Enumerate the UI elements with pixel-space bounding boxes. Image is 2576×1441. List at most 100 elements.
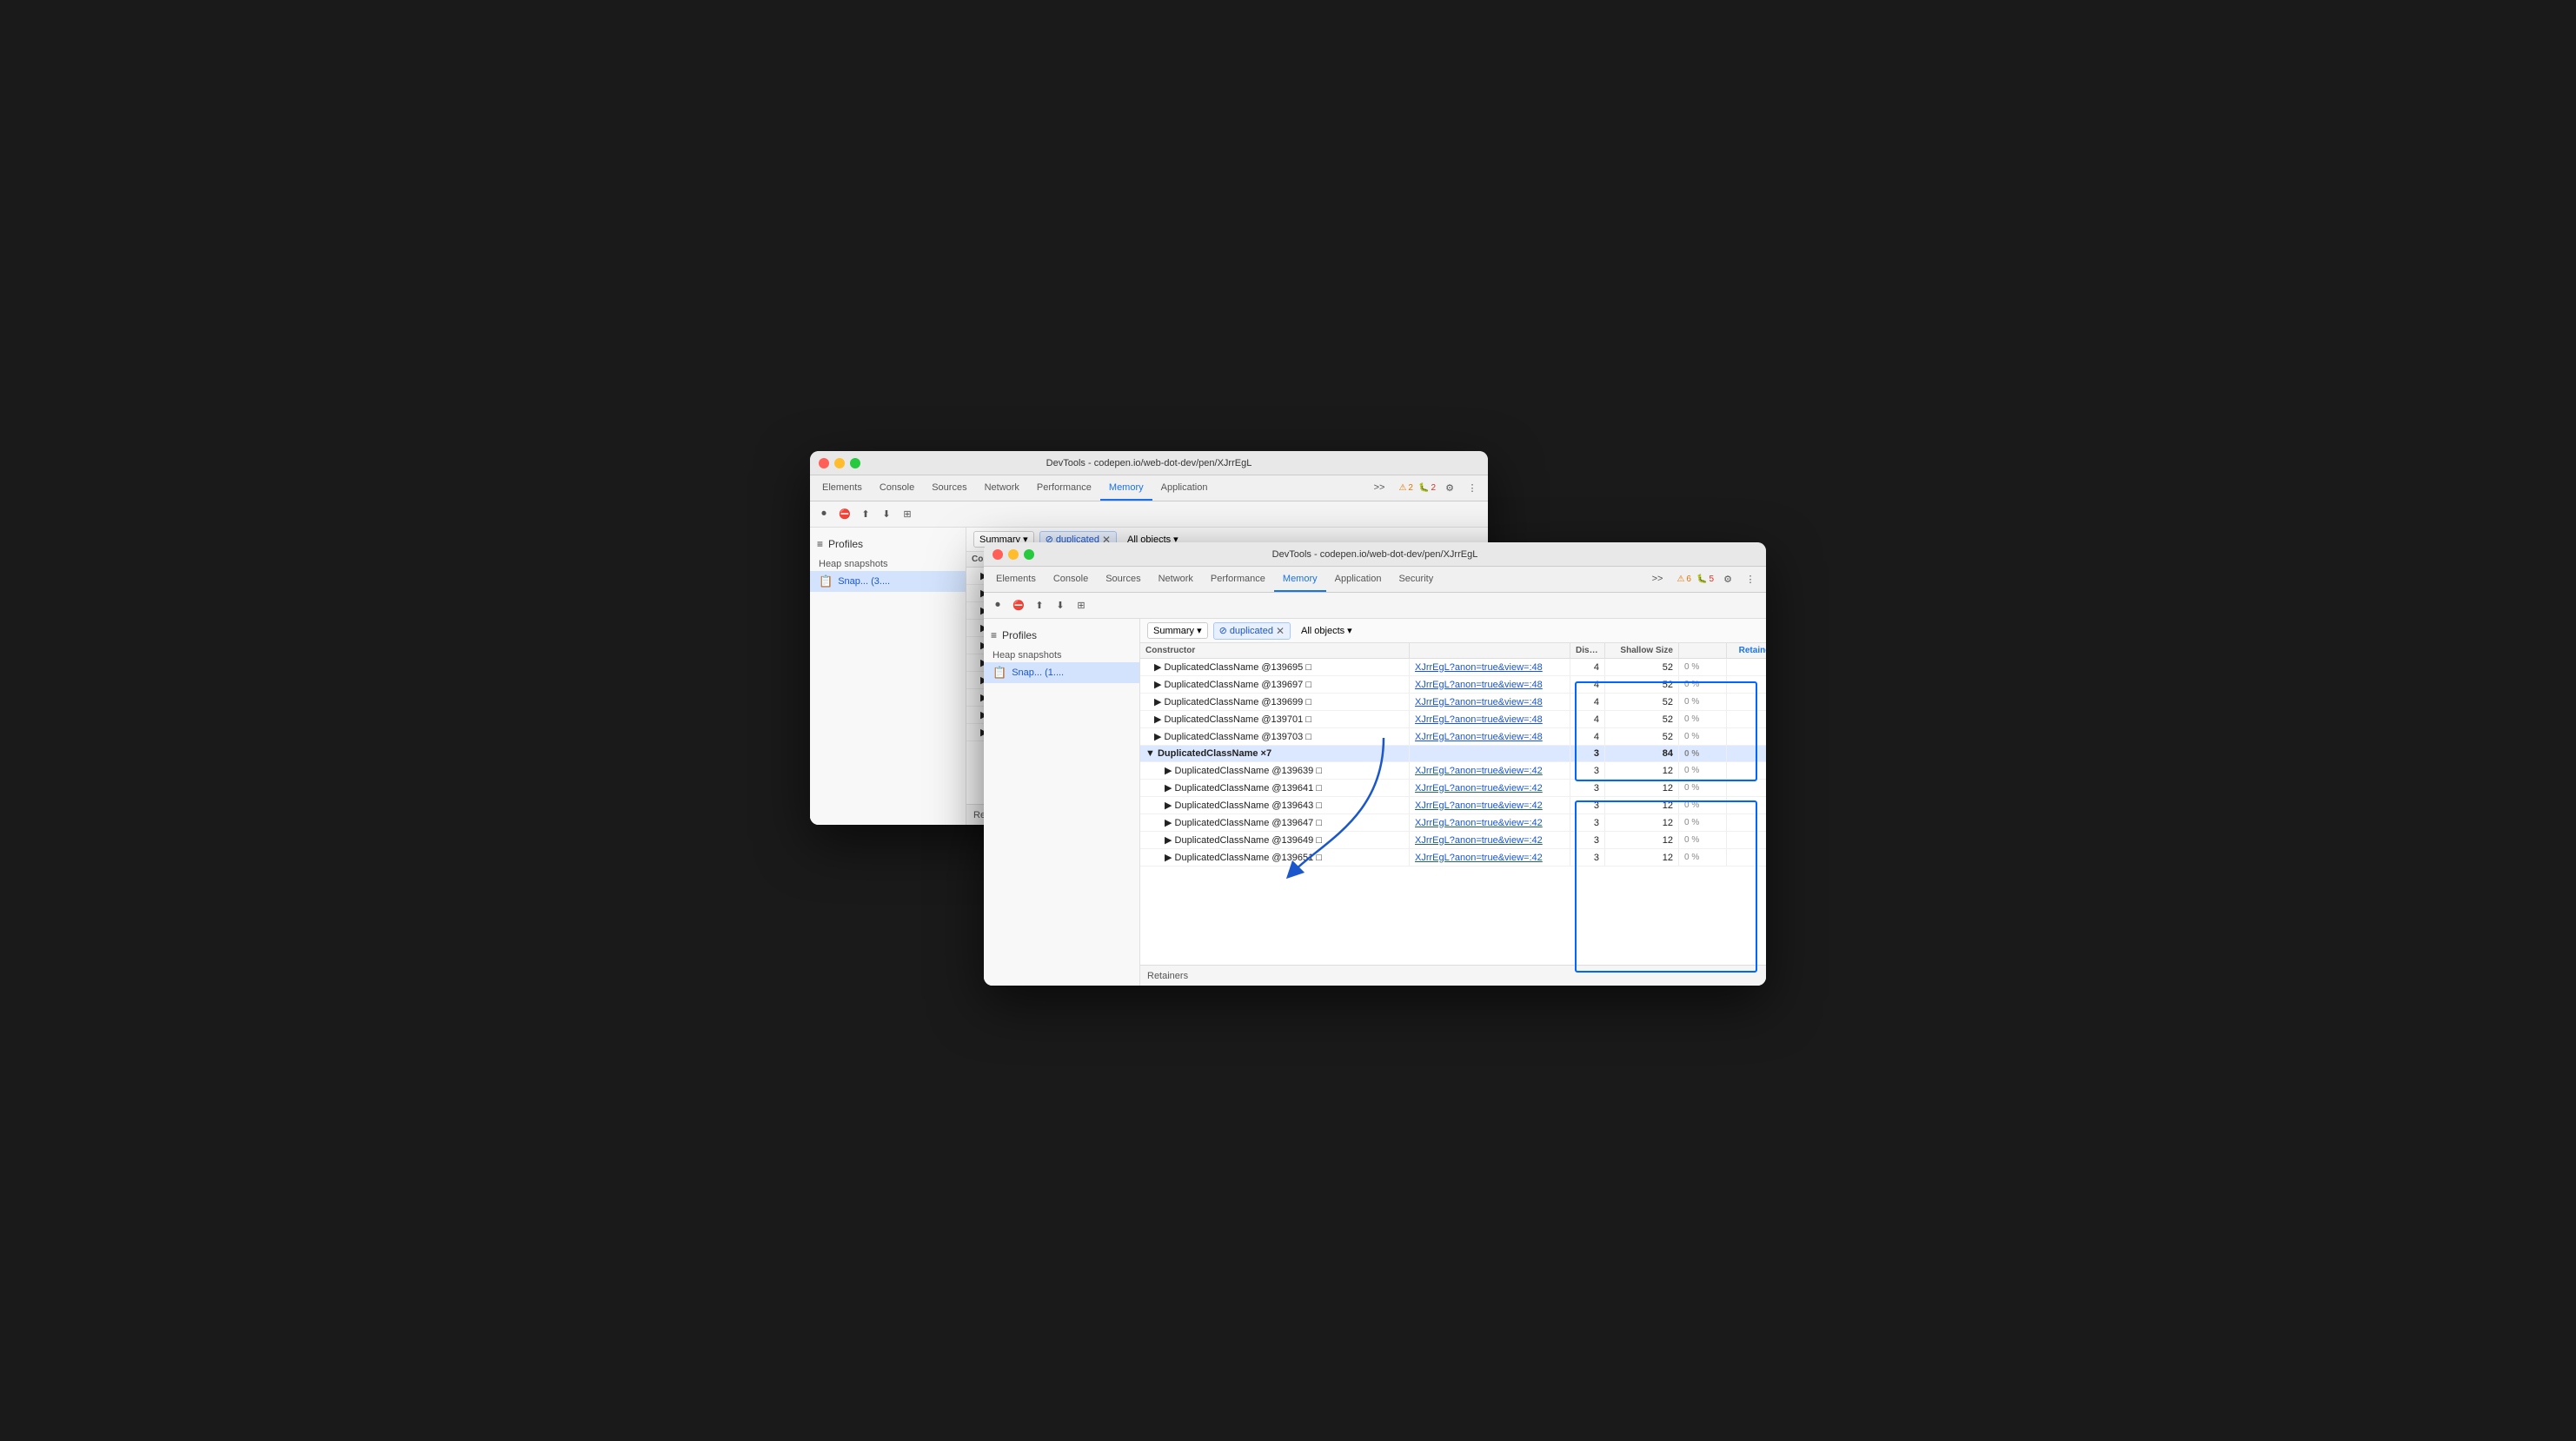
td-constructor: ▶ DuplicatedClassName @139695 □ <box>1140 659 1410 675</box>
table-row[interactable]: ▶ DuplicatedClassName @139643 □ XJrrEgL?… <box>1140 797 1766 814</box>
tab-elements-front[interactable]: Elements <box>987 567 1045 592</box>
title-bar-back: DevTools - codepen.io/web-dot-dev/pen/XJ… <box>810 451 1488 475</box>
td-link[interactable]: XJrrEgL?anon=true&view=:48 <box>1410 694 1570 710</box>
profiles-header-back: ≡ Profiles <box>810 535 966 554</box>
tab-network-front[interactable]: Network <box>1150 567 1202 592</box>
tab-application-front[interactable]: Application <box>1326 567 1391 592</box>
filter-dropdown-front[interactable]: Summary ▾ <box>1147 622 1208 639</box>
td-constructor: ▶ DuplicatedClassName @139699 □ <box>1140 694 1410 710</box>
filter-bar-front: Summary ▾ ⊘ duplicated ✕ All objects ▾ <box>1140 619 1766 643</box>
td-constructor-group: ▼ DuplicatedClassName ×7 <box>1140 746 1410 761</box>
settings-icon-back[interactable]: ⚙ <box>1441 480 1458 497</box>
bug-badge-front: 🐛 5 <box>1696 574 1714 584</box>
table-row[interactable]: ▶ DuplicatedClassName @139647 □ XJrrEgL?… <box>1140 814 1766 832</box>
td-link[interactable]: XJrrEgL?anon=true&view=:42 <box>1410 797 1570 813</box>
tab-more-front[interactable]: >> <box>1643 574 1672 586</box>
sidebar-front: ≡ Profiles Heap snapshots 📋 Snap... (1..… <box>984 619 1140 986</box>
table-row[interactable]: ▶ DuplicatedClassName @139651 □ XJrrEgL?… <box>1140 849 1766 867</box>
table-header-front: Constructor Dist... Shallow Size Retaine… <box>1140 643 1766 659</box>
filter-select-front[interactable]: All objects ▾ <box>1296 623 1358 638</box>
tab-console-front[interactable]: Console <box>1045 567 1097 592</box>
minimize-button-front[interactable] <box>1008 549 1019 560</box>
table-row[interactable]: ▶ DuplicatedClassName @139697 □ XJrrEgL?… <box>1140 676 1766 694</box>
more-icon-front[interactable]: ⋮ <box>1742 571 1759 588</box>
td-constructor: ▶ DuplicatedClassName @139651 □ <box>1140 849 1410 866</box>
warn-badge-front: ⚠ 6 <box>1676 574 1691 584</box>
snapshot-item-back[interactable]: 📋 Snap... (3.... <box>810 571 966 592</box>
settings-icon-front[interactable]: ⚙ <box>1719 571 1736 588</box>
snapshot-item-front[interactable]: 📋 Snap... (1.... <box>984 662 1139 683</box>
profiles-header-front: ≡ Profiles <box>984 626 1139 645</box>
tab-performance-front[interactable]: Performance <box>1202 567 1274 592</box>
window-title-front: DevTools - codepen.io/web-dot-dev/pen/XJ… <box>1272 549 1478 560</box>
sidebar-back: ≡ Profiles Heap snapshots 📋 Snap... (3..… <box>810 528 966 825</box>
tab-console-back[interactable]: Console <box>871 475 923 501</box>
window-title-back: DevTools - codepen.io/web-dot-dev/pen/XJ… <box>1046 458 1252 468</box>
td-constructor: ▶ DuplicatedClassName @139643 □ <box>1140 797 1410 813</box>
download-icon[interactable]: ⬇ <box>878 506 895 523</box>
profiles-label-back: Profiles <box>828 538 863 550</box>
maximize-button[interactable] <box>850 458 860 468</box>
table-row[interactable]: ▶ DuplicatedClassName @139701 □ XJrrEgL?… <box>1140 711 1766 728</box>
grid-icon-front[interactable]: ⊞ <box>1072 597 1090 614</box>
tab-bar-right-front: >> ⚠ 6 🐛 5 ⚙ ⋮ <box>1643 567 1763 592</box>
tab-security-front[interactable]: Security <box>1390 567 1442 592</box>
th-constructor-front: Constructor <box>1140 643 1410 658</box>
upload-icon-front[interactable]: ⬆ <box>1031 597 1048 614</box>
table-row[interactable]: ▶ DuplicatedClassName @139639 □ XJrrEgL?… <box>1140 762 1766 780</box>
td-link[interactable]: XJrrEgL?anon=true&view=:48 <box>1410 728 1570 745</box>
download-icon-front[interactable]: ⬇ <box>1052 597 1069 614</box>
tab-application-back[interactable]: Application <box>1152 475 1217 501</box>
tab-bar-right-back: >> ⚠ 2 🐛 2 ⚙ ⋮ <box>1365 475 1484 501</box>
close-button-front[interactable] <box>993 549 1003 560</box>
tab-performance-back[interactable]: Performance <box>1028 475 1100 501</box>
profiles-label-front: Profiles <box>1002 629 1037 641</box>
maximize-button-front[interactable] <box>1024 549 1034 560</box>
warn-badge-back: ⚠ 2 <box>1398 483 1413 493</box>
stop-icon[interactable]: ⛔ <box>836 506 853 523</box>
th-retained-front: Retaine...▼ <box>1727 643 1766 658</box>
minimize-button[interactable] <box>834 458 845 468</box>
close-button[interactable] <box>819 458 829 468</box>
more-icon-back[interactable]: ⋮ <box>1464 480 1481 497</box>
tab-memory-front[interactable]: Memory <box>1274 567 1326 592</box>
td-link[interactable]: XJrrEgL?anon=true&view=:48 <box>1410 659 1570 675</box>
heap-snapshots-label-front: Heap snapshots <box>984 645 1139 662</box>
tab-memory-back[interactable]: Memory <box>1100 475 1152 501</box>
table-row[interactable]: ▶ DuplicatedClassName @139649 □ XJrrEgL?… <box>1140 832 1766 849</box>
td-link[interactable]: XJrrEgL?anon=true&view=:42 <box>1410 849 1570 866</box>
screenshot-container: DevTools - codepen.io/web-dot-dev/pen/XJ… <box>810 451 1766 990</box>
record-icon-front[interactable]: ⏺ <box>989 597 1006 614</box>
td-link[interactable]: XJrrEgL?anon=true&view=:42 <box>1410 780 1570 796</box>
th-dist-front: Dist... <box>1570 643 1605 658</box>
table-row-group[interactable]: ▼ DuplicatedClassName ×7 3 84 0 % 84 0 % <box>1140 746 1766 762</box>
filter-chip-close-front[interactable]: ✕ <box>1276 625 1285 637</box>
data-table-front[interactable]: Constructor Dist... Shallow Size Retaine… <box>1140 643 1766 965</box>
table-row[interactable]: ▶ DuplicatedClassName @139699 □ XJrrEgL?… <box>1140 694 1766 711</box>
snapshot-label-back: Snap... (3.... <box>838 576 890 587</box>
bug-badge-back: 🐛 2 <box>1418 483 1436 493</box>
heap-content-front: Summary ▾ ⊘ duplicated ✕ All objects ▾ <box>1140 619 1766 986</box>
table-row[interactable]: ▶ DuplicatedClassName @139703 □ XJrrEgL?… <box>1140 728 1766 746</box>
td-link[interactable]: XJrrEgL?anon=true&view=:42 <box>1410 762 1570 779</box>
stop-icon-front[interactable]: ⛔ <box>1010 597 1027 614</box>
td-link[interactable]: XJrrEgL?anon=true&view=:48 <box>1410 711 1570 727</box>
grid-icon[interactable]: ⊞ <box>899 506 916 523</box>
upload-icon[interactable]: ⬆ <box>857 506 874 523</box>
tab-sources-back[interactable]: Sources <box>923 475 975 501</box>
td-constructor: ▶ DuplicatedClassName @139703 □ <box>1140 728 1410 745</box>
tab-more-back[interactable]: >> <box>1365 482 1394 495</box>
tab-bar-back: Elements Console Sources Network Perform… <box>810 475 1488 501</box>
td-constructor: ▶ DuplicatedClassName @139697 □ <box>1140 676 1410 693</box>
td-link[interactable]: XJrrEgL?anon=true&view=:42 <box>1410 814 1570 831</box>
td-link[interactable]: XJrrEgL?anon=true&view=:48 <box>1410 676 1570 693</box>
table-row[interactable]: ▶ DuplicatedClassName @139641 □ XJrrEgL?… <box>1140 780 1766 797</box>
table-row[interactable]: ▶ DuplicatedClassName @139695 □ XJrrEgL?… <box>1140 659 1766 676</box>
record-icon[interactable]: ⏺ <box>815 506 833 523</box>
toolbar-back: ⏺ ⛔ ⬆ ⬇ ⊞ <box>810 501 1488 528</box>
tab-network-back[interactable]: Network <box>976 475 1028 501</box>
snapshot-icon-front: 📋 <box>993 666 1006 680</box>
td-link[interactable]: XJrrEgL?anon=true&view=:42 <box>1410 832 1570 848</box>
tab-elements-back[interactable]: Elements <box>813 475 871 501</box>
tab-sources-front[interactable]: Sources <box>1097 567 1149 592</box>
